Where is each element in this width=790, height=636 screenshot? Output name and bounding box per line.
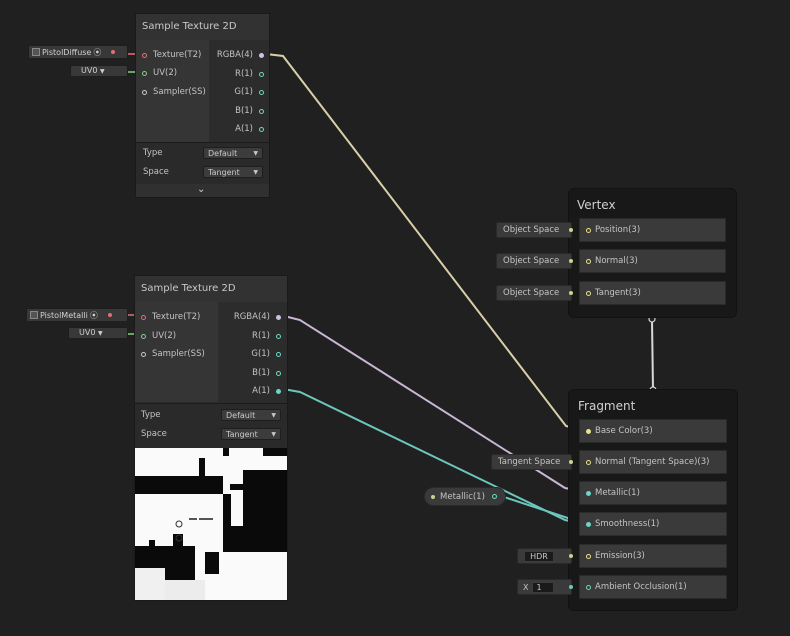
dropdown-arrow-icon: ▼ <box>97 330 103 337</box>
block-normal[interactable]: Normal(3) <box>579 249 726 273</box>
uv-input-dropdown[interactable]: UV0 ▼ <box>70 65 128 77</box>
node-title: Sample Texture 2D <box>136 14 269 40</box>
uv-input-dropdown-2[interactable]: UV0 ▼ <box>68 327 128 339</box>
normal-space-input[interactable]: Object Space <box>496 253 573 269</box>
object-picker-icon[interactable]: ⦿ <box>93 47 101 58</box>
texture-icon <box>30 311 38 319</box>
port-b-out[interactable]: B(1) <box>235 106 264 116</box>
fragment-title: Fragment <box>578 399 636 413</box>
dropdown-arrow-icon: ▼ <box>99 68 105 75</box>
block-tangent[interactable]: Tangent(3) <box>579 281 726 305</box>
object-picker-icon[interactable]: ⦿ <box>90 310 98 321</box>
block-ambient-occlusion[interactable]: Ambient Occlusion(1) <box>579 575 727 599</box>
port-a-out[interactable]: A(1) <box>235 124 264 134</box>
texture-input-metallic[interactable]: PistolMetalli ⦿ <box>26 308 128 322</box>
dropdown-arrow-icon: ▼ <box>271 431 276 438</box>
rgba-basecolor-wire <box>265 53 587 432</box>
port-texture-in[interactable]: Texture(T2) <box>141 312 200 322</box>
port-sampler-in[interactable]: Sampler(SS) <box>142 87 206 97</box>
tangent-space-input[interactable]: Object Space <box>496 285 573 301</box>
texture-preview <box>135 448 287 600</box>
dropdown-arrow-icon: ▼ <box>253 150 258 157</box>
dropdown-arrow-icon: ▼ <box>253 169 258 176</box>
port-sampler-in[interactable]: Sampler(SS) <box>141 349 205 359</box>
vertex-title: Vertex <box>577 198 616 212</box>
dropdown-arrow-icon: ▼ <box>271 412 276 419</box>
sample-texture-node-1[interactable]: Sample Texture 2D Texture(T2) UV(2) Samp… <box>135 13 270 198</box>
block-emission[interactable]: Emission(3) <box>579 544 727 568</box>
normal-tangent-space-input[interactable]: Tangent Space <box>491 454 573 470</box>
type-label: Type <box>143 148 163 158</box>
port-texture-in[interactable]: Texture(T2) <box>142 50 201 60</box>
port-g-out[interactable]: G(1) <box>234 87 264 97</box>
port-a-out[interactable]: A(1) <box>252 386 281 396</box>
block-position[interactable]: Position(3) <box>579 218 726 242</box>
port-rgba-out[interactable]: RGBA(4) <box>217 50 264 60</box>
node-title: Sample Texture 2D <box>135 276 287 302</box>
port-g-out[interactable]: G(1) <box>251 349 281 359</box>
block-base-color[interactable]: Base Color(3) <box>579 419 727 443</box>
space-dropdown[interactable]: Tangent ▼ <box>203 166 263 178</box>
block-smoothness[interactable]: Smoothness(1) <box>579 512 727 536</box>
emission-hdr-input[interactable]: HDR <box>517 548 573 564</box>
vertex-fragment-wire <box>651 319 654 391</box>
space-label: Space <box>143 167 169 177</box>
space-dropdown[interactable]: Tangent ▼ <box>221 428 281 440</box>
texture-input-diffuse[interactable]: PistolDiffuse ⦿ <box>28 45 128 59</box>
ambient-occlusion-input[interactable]: X 1 <box>517 579 573 595</box>
port-b-out[interactable]: B(1) <box>252 368 281 378</box>
type-label: Type <box>141 410 161 420</box>
texture-icon <box>32 48 40 56</box>
space-label: Space <box>141 429 167 439</box>
port-rgba-out[interactable]: RGBA(4) <box>234 312 281 322</box>
port-r-out[interactable]: R(1) <box>235 69 264 79</box>
port-uv-in[interactable]: UV(2) <box>141 331 176 341</box>
sample-texture-node-2[interactable]: Sample Texture 2D Texture(T2) UV(2) Samp… <box>134 275 288 601</box>
type-dropdown[interactable]: Default ▼ <box>203 147 263 159</box>
block-normal-tangent[interactable]: Normal (Tangent Space)(3) <box>579 450 727 474</box>
port-uv-in[interactable]: UV(2) <box>142 68 177 78</box>
position-space-input[interactable]: Object Space <box>496 222 573 238</box>
chevron-down-icon[interactable]: ⌄ <box>197 184 205 195</box>
metallic-property-node[interactable]: Metallic(1) <box>424 487 506 506</box>
block-metallic[interactable]: Metallic(1) <box>579 481 727 505</box>
type-dropdown[interactable]: Default ▼ <box>221 409 281 421</box>
port-r-out[interactable]: R(1) <box>252 331 281 341</box>
texture-preview-image <box>135 448 287 600</box>
